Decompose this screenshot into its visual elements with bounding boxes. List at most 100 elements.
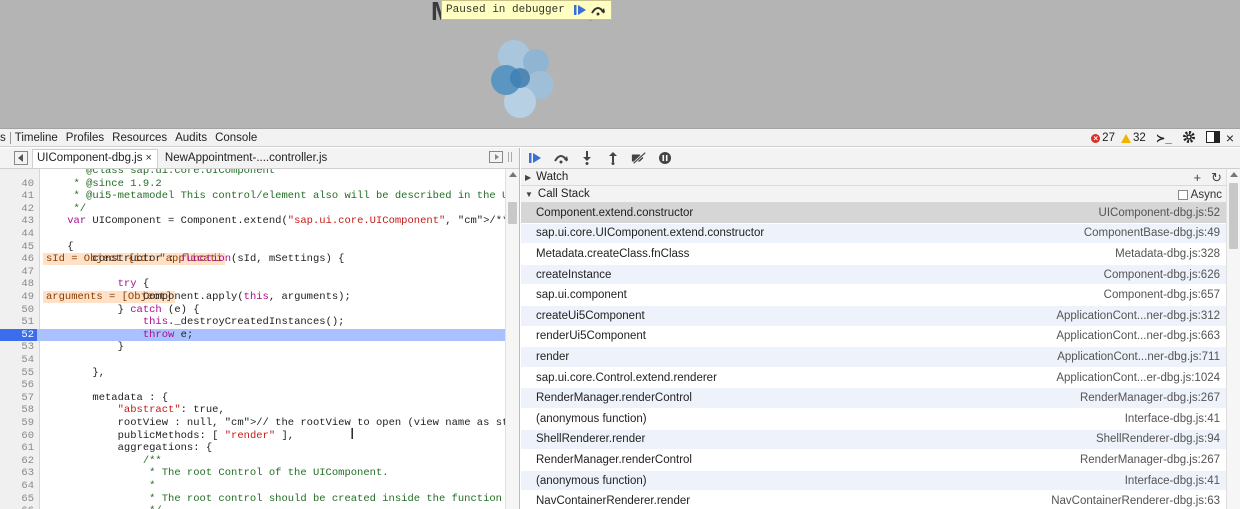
line-number[interactable]: 46 [0,253,37,266]
call-frame[interactable]: ShellRenderer.render ShellRenderer-dbg.js… [521,429,1226,451]
line-number[interactable]: 48 [0,278,37,291]
frame-location-link[interactable]: ShellRenderer-dbg.js:94 [1096,433,1220,445]
code-line[interactable]: 58 "abstract": true, [0,404,505,417]
sidebar-scrollbar[interactable] [1226,169,1240,509]
line-number[interactable]: 57 [0,392,37,405]
watch-section-header[interactable]: ▶ Watch + ↻ [521,169,1240,186]
code-line[interactable]: 54 [0,354,505,367]
line-number[interactable]: 52 [0,328,37,342]
code-line[interactable]: 61 aggregations: { [0,442,505,455]
call-frame[interactable]: Metadata.createClass.fnClass Metadata-dbg… [521,244,1226,265]
refresh-watch-icon[interactable]: ↻ [1211,170,1222,186]
code-line[interactable]: 51 this._destroyCreatedInstances(); [0,316,505,329]
call-frame[interactable]: sap.ui.core.UIComponent.extend.construct… [521,223,1226,245]
error-count-badge[interactable]: × 27 [1091,132,1115,144]
file-tab-newappointment[interactable]: NewAppointment-....controller.js [160,149,333,168]
call-frame[interactable]: NavContainerRenderer.render NavContainerR… [521,491,1226,509]
frame-location-link[interactable]: Metadata-dbg.js:328 [1115,248,1220,260]
line-number[interactable]: 58 [0,404,37,417]
line-number[interactable]: 49 [0,291,37,304]
call-frame[interactable]: createUi5Component ApplicationCont...ner-… [521,305,1226,327]
tab-sources-partial[interactable]: s [0,131,11,144]
code-line[interactable]: 53 } [0,341,505,354]
code-line[interactable]: 46 constructor : function(sId, mSettings… [0,253,505,266]
frame-location-link[interactable]: ApplicationCont...er-dbg.js:1024 [1056,372,1220,384]
tab-console[interactable]: Console [211,132,261,144]
line-number[interactable]: 60 [0,430,37,443]
step-over-icon[interactable] [589,2,607,18]
callstack-section-header[interactable]: ▼ Call Stack Async [521,186,1240,203]
code-line[interactable]: 40 * @since 1.9.2 [0,178,505,191]
step-into-icon[interactable] [579,150,595,166]
line-number[interactable]: 50 [0,304,37,317]
tab-resources[interactable]: Resources [108,132,171,144]
frame-location-link[interactable]: ApplicationCont...ner-dbg.js:663 [1056,330,1220,342]
code-line[interactable]: 48 try { [0,278,505,291]
call-frame[interactable]: render ApplicationCont...ner-dbg.js:711 [521,347,1226,368]
code-line[interactable]: 45 { [0,241,505,254]
toggle-navigator-icon[interactable] [14,151,28,165]
step-out-icon[interactable] [605,150,621,166]
settings-gear-icon[interactable] [1182,130,1196,147]
line-number[interactable]: 51 [0,316,37,329]
line-number[interactable]: 47 [0,266,37,279]
line-number[interactable]: 45 [0,241,37,254]
pause-on-exceptions-icon[interactable] [657,150,673,166]
code-line[interactable]: 60 publicMethods: [ "render" ], [0,430,505,443]
frame-location-link[interactable]: Interface-dbg.js:41 [1125,413,1220,425]
frame-location-link[interactable]: RenderManager-dbg.js:267 [1080,392,1220,404]
warning-count-badge[interactable]: 32 [1120,132,1146,144]
frame-location-link[interactable]: NavContainerRenderer-dbg.js:63 [1051,495,1220,507]
deactivate-breakpoints-icon[interactable] [631,150,647,166]
step-over-icon[interactable] [553,150,569,166]
code-line[interactable]: 50 } catch (e) { [0,304,505,317]
line-number[interactable]: 55 [0,367,37,380]
line-number[interactable]: 53 [0,341,37,354]
code-line[interactable]: 57 metadata : { [0,392,505,405]
toggle-debugger-sidebar-icon[interactable] [489,151,503,166]
console-drawer-icon[interactable]: ≻_ [1156,131,1172,145]
tab-audits[interactable]: Audits [171,132,211,144]
dock-side-icon[interactable] [1205,130,1220,146]
code-line[interactable]: 43 var UIComponent = Component.extend("s… [0,215,519,228]
code-line[interactable]: 44 [0,228,505,241]
line-number[interactable]: 59 [0,417,37,430]
code-line[interactable]: 42 */ [0,203,505,216]
line-number[interactable]: 62 [0,455,37,468]
line-number[interactable]: 42 [0,203,37,216]
call-frame[interactable]: (anonymous function) Interface-dbg.js:41 [521,470,1226,492]
line-number[interactable]: 63 [0,467,37,480]
line-number[interactable]: 61 [0,442,37,455]
call-frame[interactable]: createInstance Component-dbg.js:626 [521,264,1226,286]
frame-location-link[interactable]: ApplicationCont...ner-dbg.js:312 [1056,310,1220,322]
line-number[interactable]: 54 [0,354,37,367]
async-checkbox[interactable]: Async [1177,189,1222,201]
frame-location-link[interactable]: Component-dbg.js:657 [1104,289,1220,301]
close-tab-icon[interactable]: × [145,152,151,164]
frame-location-link[interactable]: RenderManager-dbg.js:267 [1080,454,1220,466]
code-line[interactable]: 59 rootView : null, "cm">// the rootView… [0,417,519,430]
add-watch-icon[interactable]: + [1194,170,1202,185]
call-frame[interactable]: sap.ui.component Component-dbg.js:657 [521,285,1226,306]
code-line[interactable]: 47 [0,266,505,279]
call-frame[interactable]: RenderManager.renderControl RenderManager… [521,450,1226,471]
frame-location-link[interactable]: ApplicationCont...ner-dbg.js:711 [1057,351,1220,363]
line-number[interactable]: 65 [0,493,37,506]
frame-location-link[interactable]: Interface-dbg.js:41 [1125,475,1220,487]
call-frame[interactable]: sap.ui.core.Control.extend.renderer Appli… [521,368,1226,389]
execution-line[interactable]: 52 throw e; [0,328,505,342]
code-line[interactable]: 62 /** [0,455,505,468]
code-line[interactable]: * @class sap.ui.core.UIComponent [0,169,505,178]
code-line[interactable]: 63 * The root Control of the UIComponent… [0,467,505,480]
frame-location-link[interactable]: UIComponent-dbg.js:52 [1099,207,1220,219]
code-line[interactable]: 55 }, [0,367,505,380]
code-line[interactable]: 56 [0,379,505,392]
line-number[interactable]: 64 [0,480,37,493]
code-line[interactable]: 65 * The root control should be created … [0,493,519,506]
code-scrollbar[interactable] [505,169,519,509]
line-number[interactable]: 56 [0,379,37,392]
call-frame[interactable]: (anonymous function) Interface-dbg.js:41 [521,409,1226,430]
code-line[interactable]: 49 Component.apply(this, arguments); argu… [0,291,505,304]
close-devtools-icon[interactable]: × [1226,130,1234,146]
file-tab-uicomponent[interactable]: UIComponent-dbg.js × [32,149,158,168]
